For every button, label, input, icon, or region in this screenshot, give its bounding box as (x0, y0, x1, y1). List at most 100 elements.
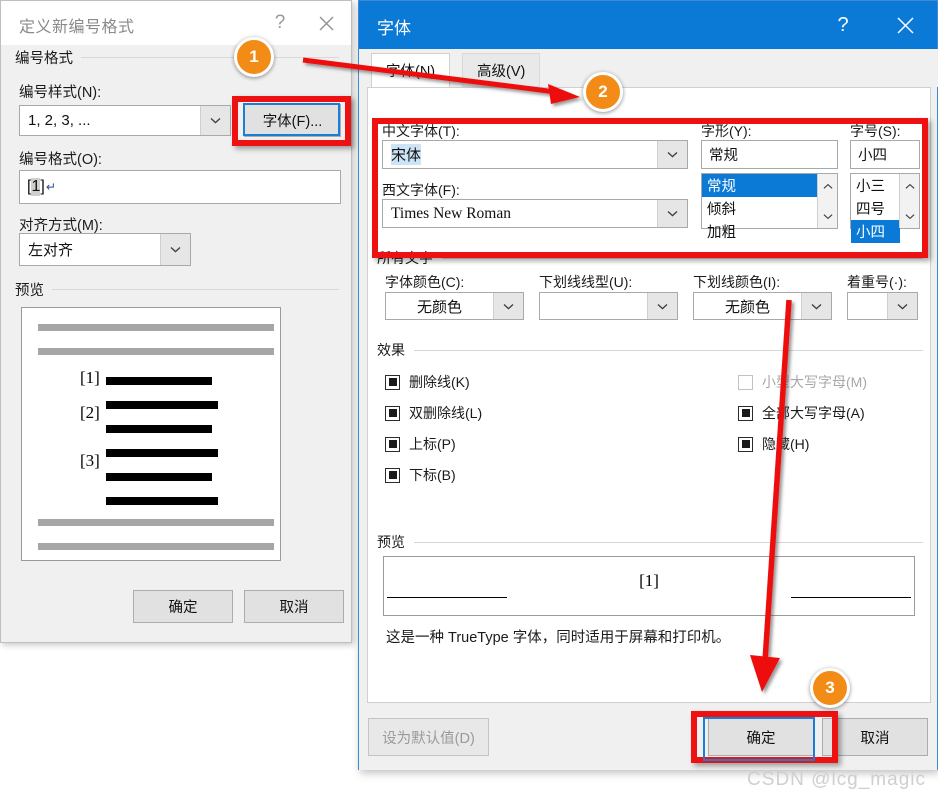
close-icon[interactable] (879, 1, 931, 49)
number-format-selected-token: 1 (31, 178, 41, 196)
numbering-cancel-button[interactable]: 取消 (244, 590, 344, 623)
annotation-badge-3: 3 (810, 668, 850, 708)
font-size-scrollbar[interactable] (899, 174, 919, 228)
underline-color-value: 无颜色 (724, 298, 770, 316)
preview-text-line (106, 473, 212, 481)
help-icon[interactable]: ? (821, 1, 865, 49)
checkbox-indeterminate-icon[interactable] (385, 467, 400, 483)
group-divider (52, 289, 339, 290)
preview-number-1: [1] (80, 368, 100, 387)
font-style-option[interactable]: 倾斜 (702, 197, 818, 220)
close-icon[interactable] (303, 1, 349, 45)
preview-placeholder-line (38, 519, 274, 526)
alignment-combobox[interactable]: 左对齐 (19, 233, 191, 266)
effect-label: 上标(P) (409, 436, 456, 452)
chinese-font-combobox[interactable]: 宋体 (382, 140, 688, 169)
effect-checkbox-hidden[interactable]: 隐藏(H) (738, 434, 938, 454)
emphasis-mark-value (848, 293, 887, 319)
section-divider (442, 257, 923, 259)
chevron-down-icon[interactable] (887, 293, 917, 319)
watermark: CSDN @lcg_magic (747, 769, 926, 790)
effect-checkbox-small-caps: 小型大写字母(M) (738, 372, 938, 392)
pilcrow-icon: ↵ (45, 180, 56, 194)
tab-advanced[interactable]: 高级(V) (462, 53, 541, 87)
font-size-option[interactable]: 小四 (851, 220, 900, 243)
preview-group-label: 预览 (15, 283, 44, 299)
chevron-down-icon[interactable] (493, 293, 523, 319)
effect-checkbox-superscript[interactable]: 上标(P) (385, 434, 685, 454)
all-text-section-header: 所有文字 (377, 248, 923, 268)
checkbox-indeterminate-icon[interactable] (385, 374, 400, 390)
checkbox-indeterminate-icon[interactable] (385, 436, 400, 452)
number-format-group-header: 编号格式 (15, 47, 339, 68)
font-style-input[interactable]: 常规 (701, 140, 838, 169)
number-format-input[interactable]: [1] ↵ (19, 170, 341, 204)
preview-placeholder-line (38, 348, 274, 355)
numbering-dialog-title: 定义新编号格式 (19, 19, 135, 36)
checkbox-indeterminate-icon[interactable] (738, 436, 753, 452)
font-size-label: 字号(S): (850, 123, 901, 139)
effect-checkbox-strikethrough[interactable]: 删除线(K) (385, 372, 685, 392)
effect-label: 全部大写字母(A) (762, 405, 865, 421)
number-format-label: 编号格式(O): (19, 152, 102, 168)
effects-section-label: 效果 (377, 342, 405, 358)
checkbox-indeterminate-icon[interactable] (738, 405, 753, 421)
help-icon[interactable]: ? (257, 1, 303, 45)
font-size-option[interactable]: 小三 (851, 174, 900, 197)
underline-color-combobox[interactable]: 无颜色 (693, 292, 832, 320)
preview-group-header: 预览 (15, 279, 339, 300)
preview-text-line (106, 377, 212, 385)
font-dialog-footer: 设为默认值(D) 确定 取消 (359, 704, 937, 770)
chevron-down-icon[interactable] (647, 293, 677, 319)
chevron-down-icon[interactable] (657, 141, 687, 168)
preview-placeholder-line (38, 324, 274, 331)
scroll-up-icon[interactable] (818, 174, 837, 198)
font-style-scrollbar[interactable] (817, 174, 837, 228)
font-size-listbox[interactable]: 小三 四号 小四 (850, 173, 920, 243)
font-ok-button[interactable]: 确定 (708, 718, 814, 756)
font-button[interactable]: 字体(F)... (244, 104, 341, 137)
scroll-up-icon[interactable] (900, 174, 919, 198)
western-font-combobox[interactable]: Times New Roman (382, 199, 688, 228)
preview-rule-left (387, 597, 507, 598)
chevron-down-icon[interactable] (160, 234, 190, 265)
font-dialog-tabstrip: 字体(N) 高级(V) (359, 49, 938, 87)
emphasis-mark-combobox[interactable] (847, 292, 918, 320)
emphasis-mark-label: 着重号(·): (847, 274, 907, 290)
checkbox-indeterminate-icon[interactable] (385, 405, 400, 421)
alignment-label: 对齐方式(M): (19, 218, 103, 234)
numbering-preview: [1] [2] [3] (21, 307, 281, 561)
font-cancel-button[interactable]: 取消 (822, 718, 928, 756)
alignment-value: 左对齐 (28, 242, 74, 259)
number-style-label: 编号样式(N): (19, 85, 102, 101)
numbering-ok-button[interactable]: 确定 (133, 590, 233, 623)
font-style-option[interactable]: 加粗 (702, 220, 818, 243)
preview-text-line (106, 449, 218, 457)
preview-text-line (106, 497, 218, 505)
effect-label: 小型大写字母(M) (762, 374, 867, 390)
section-divider (414, 541, 923, 543)
chinese-font-value: 宋体 (391, 144, 422, 165)
chinese-font-label: 中文字体(T): (382, 123, 460, 139)
chevron-down-icon[interactable] (801, 293, 831, 319)
effect-checkbox-double-strikethrough[interactable]: 双删除线(L) (385, 403, 685, 423)
effect-label: 隐藏(H) (762, 436, 810, 452)
font-style-listbox[interactable]: 常规 倾斜 加粗 (701, 173, 838, 241)
effect-checkbox-all-caps[interactable]: 全部大写字母(A) (738, 403, 938, 423)
scroll-down-icon[interactable] (818, 204, 837, 228)
font-size-option[interactable]: 四号 (851, 197, 900, 220)
font-style-option[interactable]: 常规 (702, 174, 818, 197)
chevron-down-icon[interactable] (200, 106, 230, 135)
number-style-combobox[interactable]: 1, 2, 3, ... (19, 105, 231, 136)
set-as-default-button[interactable]: 设为默认值(D) (368, 718, 489, 756)
scroll-down-icon[interactable] (900, 204, 919, 228)
underline-style-combobox[interactable] (539, 292, 678, 320)
numbering-dialog-titlebar: 定义新编号格式 ? (1, 1, 351, 46)
tab-font[interactable]: 字体(N) (371, 53, 451, 87)
effects-section-header: 效果 (377, 340, 923, 360)
effect-checkbox-subscript[interactable]: 下标(B) (385, 465, 685, 485)
font-color-combobox[interactable]: 无颜色 (385, 292, 524, 320)
chevron-down-icon[interactable] (657, 200, 687, 227)
preview-text-line (106, 425, 212, 433)
font-size-input[interactable]: 小四 (850, 140, 920, 169)
